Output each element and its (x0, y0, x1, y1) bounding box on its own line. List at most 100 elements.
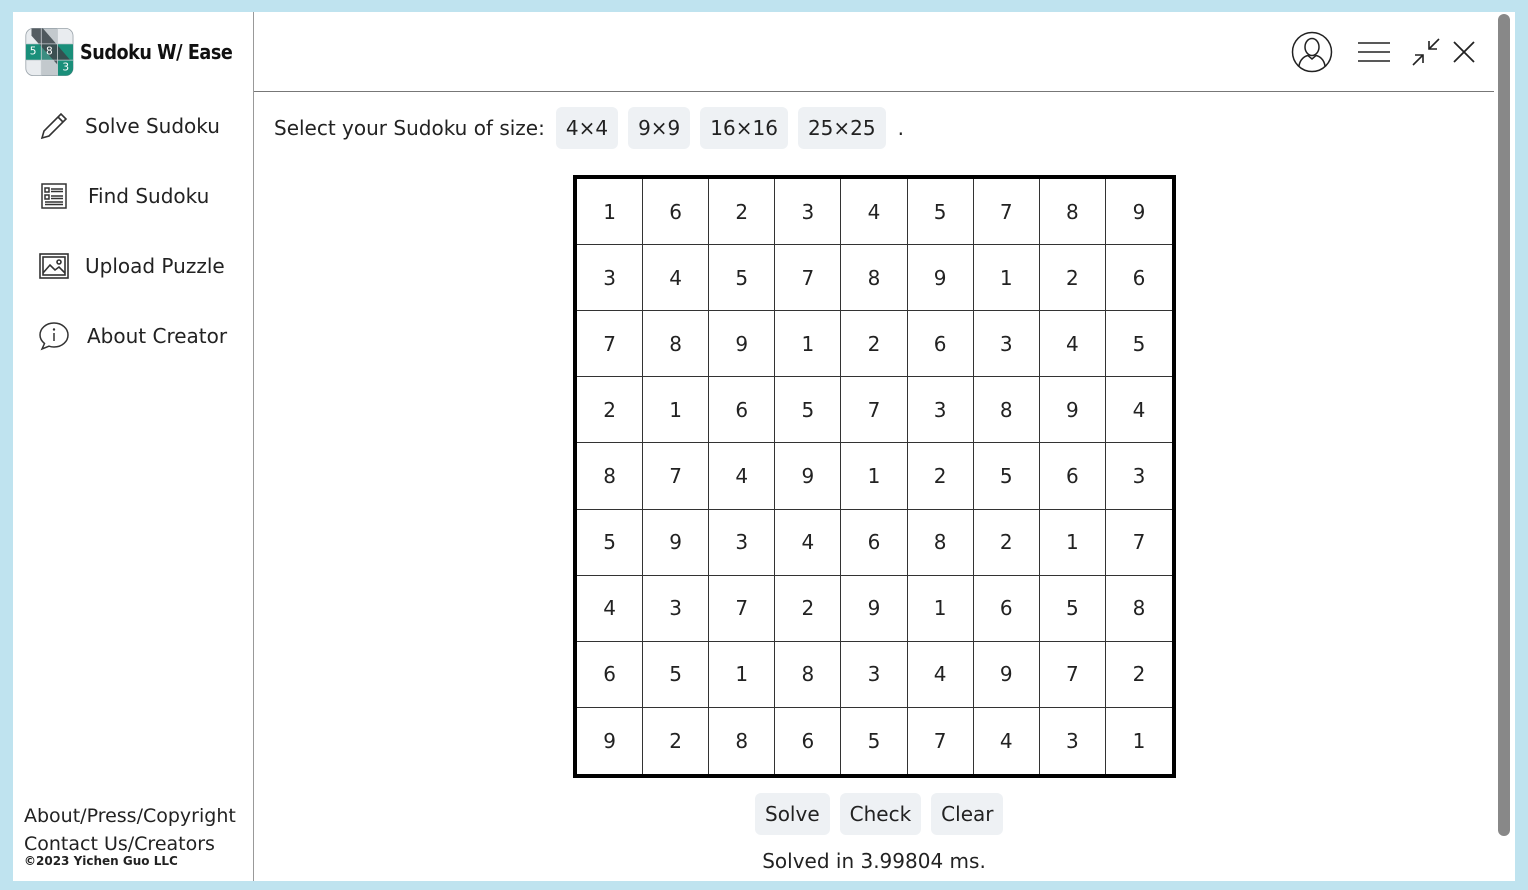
sudoku-cell[interactable]: 8 (1105, 576, 1172, 642)
sudoku-cell[interactable]: 7 (1105, 510, 1172, 576)
sudoku-cell[interactable]: 3 (973, 311, 1040, 378)
sudoku-cell[interactable]: 9 (1039, 377, 1106, 444)
solve-button[interactable]: Solve (755, 793, 830, 835)
sudoku-cell[interactable]: 4 (577, 575, 644, 642)
sudoku-cell[interactable]: 8 (841, 245, 908, 312)
sudoku-cell[interactable]: 5 (643, 641, 710, 708)
sudoku-cell[interactable]: 7 (775, 245, 842, 312)
sudoku-cell[interactable]: 9 (643, 509, 710, 576)
sudoku-cell[interactable]: 1 (709, 641, 776, 708)
sudoku-cell[interactable]: 5 (907, 179, 974, 246)
sudoku-cell[interactable]: 3 (709, 509, 776, 576)
size-option-16x16[interactable]: 16×16 (700, 107, 788, 149)
sudoku-cell[interactable]: 2 (841, 311, 908, 378)
menu-icon[interactable] (1352, 30, 1396, 74)
sudoku-cell[interactable]: 8 (709, 707, 776, 774)
user-icon[interactable] (1290, 30, 1334, 74)
sudoku-cell[interactable]: 4 (775, 509, 842, 576)
sudoku-cell[interactable]: 7 (908, 707, 974, 774)
sudoku-cell[interactable]: 9 (775, 443, 842, 510)
sudoku-cell[interactable]: 5 (1105, 311, 1172, 378)
size-option-25x25[interactable]: 25×25 (797, 107, 886, 149)
sudoku-cell[interactable]: 3 (841, 641, 908, 708)
sudoku-cell[interactable]: 7 (577, 311, 644, 378)
sudoku-cell[interactable]: 6 (1039, 443, 1106, 510)
sudoku-cell[interactable]: 5 (775, 377, 842, 444)
sudoku-cell[interactable]: 1 (907, 575, 974, 642)
sudoku-cell[interactable]: 4 (907, 641, 974, 708)
sudoku-cell[interactable]: 1 (577, 179, 644, 246)
sudoku-cell[interactable]: 8 (907, 509, 974, 576)
sudoku-cell[interactable]: 3 (577, 245, 644, 312)
sudoku-cell[interactable]: 9 (577, 707, 644, 774)
sudoku-cell[interactable]: 3 (1040, 707, 1106, 774)
sudoku-cell[interactable]: 5 (973, 443, 1040, 510)
nav-find-sudoku[interactable]: Find Sudoku (37, 176, 209, 216)
scrollbar-thumb[interactable] (1498, 14, 1510, 836)
sudoku-cell[interactable]: 4 (841, 179, 908, 246)
sudoku-cell[interactable]: 9 (709, 311, 776, 378)
check-button[interactable]: Check (839, 793, 922, 835)
sudoku-cell[interactable]: 6 (775, 707, 842, 774)
sudoku-cell[interactable]: 9 (907, 245, 974, 312)
sudoku-cell[interactable]: 5 (709, 245, 776, 312)
sudoku-cell[interactable]: 9 (841, 575, 908, 642)
nav-solve-sudoku[interactable]: Solve Sudoku (37, 106, 220, 146)
sudoku-cell[interactable]: 1 (775, 311, 842, 378)
sudoku-cell[interactable]: 6 (709, 377, 776, 444)
sudoku-cell[interactable]: 4 (709, 443, 776, 510)
sudoku-cell[interactable]: 2 (973, 509, 1040, 576)
sudoku-cell[interactable]: 7 (973, 179, 1040, 246)
clear-button[interactable]: Clear (931, 793, 1004, 835)
nav-about-creator[interactable]: About Creator (37, 316, 227, 356)
sudoku-cell[interactable]: 8 (973, 377, 1040, 444)
nav-upload-puzzle[interactable]: Upload Puzzle (37, 246, 225, 286)
sudoku-cell[interactable]: 7 (709, 575, 776, 642)
nav-label: Upload Puzzle (85, 254, 225, 278)
sudoku-cell[interactable]: 3 (775, 179, 842, 246)
sudoku-cell[interactable]: 2 (643, 707, 710, 774)
sudoku-cell[interactable]: 6 (841, 509, 908, 576)
sudoku-cell[interactable]: 1 (1039, 509, 1106, 576)
sudoku-cell[interactable]: 4 (1039, 311, 1106, 378)
sudoku-cell[interactable]: 2 (1105, 642, 1172, 708)
sudoku-cell[interactable]: 4 (974, 707, 1040, 774)
sudoku-cell[interactable]: 7 (643, 443, 710, 510)
sudoku-cell[interactable]: 5 (1039, 575, 1106, 642)
sudoku-cell[interactable]: 6 (973, 575, 1040, 642)
sudoku-cell[interactable]: 4 (1105, 377, 1172, 444)
sudoku-cell[interactable]: 2 (907, 443, 974, 510)
size-option-4x4[interactable]: 4×4 (555, 107, 619, 149)
sudoku-cell[interactable]: 6 (1105, 245, 1172, 312)
sudoku-cell[interactable]: 6 (643, 179, 710, 246)
sidebar-footer: About/Press/Copyright Contact Us/Creator… (24, 802, 236, 868)
sudoku-cell[interactable]: 8 (775, 641, 842, 708)
sudoku-cell[interactable]: 2 (1039, 245, 1106, 312)
sudoku-cell[interactable]: 1 (1106, 708, 1172, 774)
sudoku-cell[interactable]: 1 (973, 245, 1040, 312)
sudoku-cell[interactable]: 4 (643, 245, 710, 312)
sudoku-cell[interactable]: 9 (1105, 179, 1172, 246)
sudoku-cell[interactable]: 8 (577, 443, 644, 510)
about-press-copyright-link[interactable]: About/Press/Copyright (24, 802, 236, 830)
sudoku-cell[interactable]: 3 (907, 377, 974, 444)
sudoku-cell[interactable]: 5 (577, 509, 644, 576)
size-option-9x9[interactable]: 9×9 (628, 107, 691, 149)
sudoku-cell[interactable]: 8 (643, 311, 710, 378)
sudoku-cell[interactable]: 2 (775, 575, 842, 642)
close-icon[interactable] (1442, 30, 1486, 74)
sudoku-cell[interactable]: 2 (577, 377, 644, 444)
brand[interactable]: 5 8 3 Sudoku W/ Ease (25, 21, 253, 83)
sudoku-cell[interactable]: 8 (1039, 179, 1106, 246)
sudoku-cell[interactable]: 1 (841, 443, 908, 510)
sudoku-cell[interactable]: 3 (1105, 443, 1172, 510)
sudoku-cell[interactable]: 6 (907, 311, 974, 378)
sudoku-cell[interactable]: 3 (643, 575, 710, 642)
sudoku-cell[interactable]: 5 (841, 707, 908, 774)
sudoku-cell[interactable]: 1 (643, 377, 710, 444)
sudoku-cell[interactable]: 6 (577, 641, 644, 708)
sudoku-cell[interactable]: 9 (973, 641, 1040, 708)
sudoku-cell[interactable]: 2 (709, 179, 776, 246)
sudoku-cell[interactable]: 7 (1039, 641, 1106, 708)
sudoku-cell[interactable]: 7 (841, 377, 908, 444)
